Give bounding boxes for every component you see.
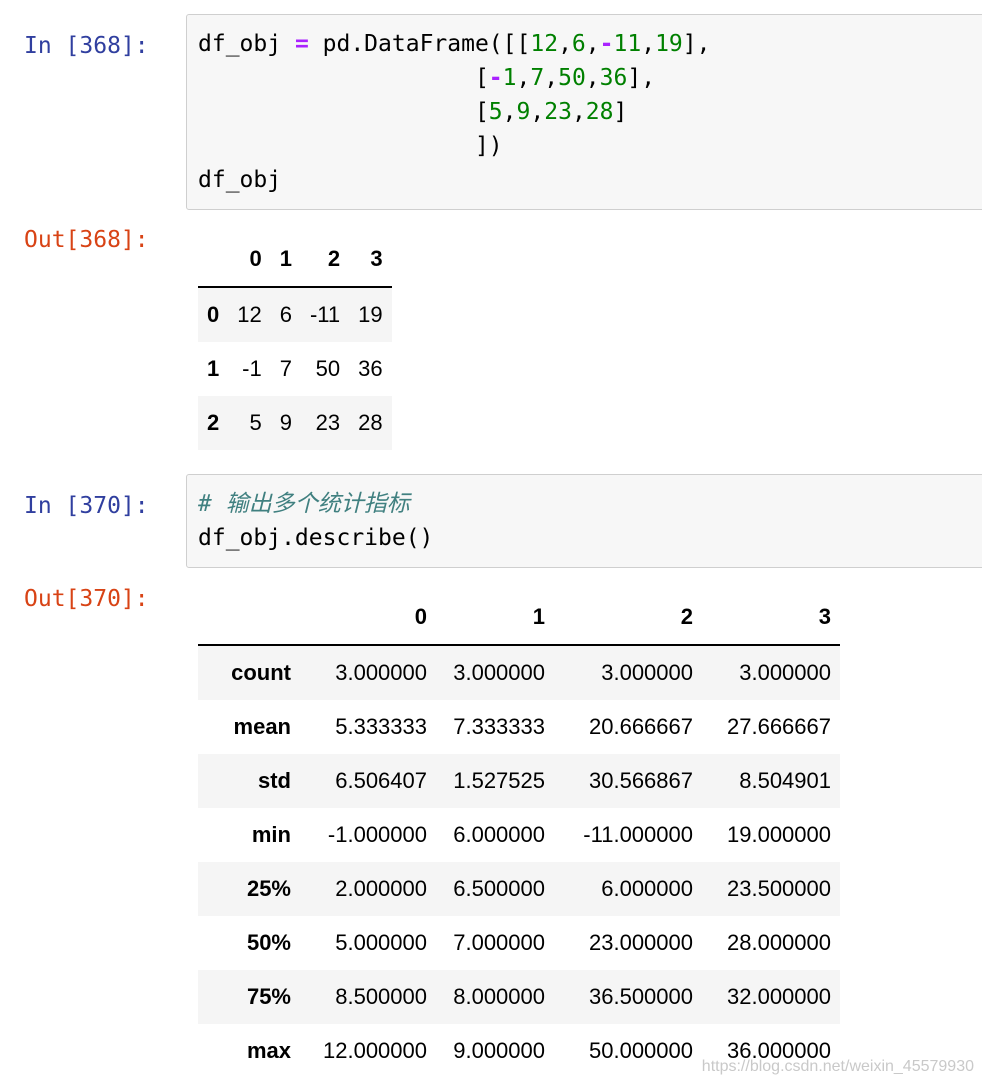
column-header: 0 — [300, 582, 436, 646]
table-cell: 8.500000 — [335, 984, 427, 1009]
table-cell: 27.666667 — [727, 714, 831, 739]
row-index: 1 — [207, 356, 220, 381]
table-cell: 6.000000 — [601, 876, 693, 901]
table-cell: 5.000000 — [335, 930, 427, 955]
row-index: count — [231, 660, 291, 685]
table-cell: -1 — [242, 356, 262, 381]
row-index: 50% — [246, 930, 291, 955]
table-cell: 5 — [249, 410, 262, 435]
input-prompt-368: In [368]: — [24, 33, 149, 59]
table-cell: 12.000000 — [323, 1038, 427, 1063]
table-row: 25% 2.000000 6.500000 6.000000 23.500000 — [198, 862, 840, 916]
column-header: 2 — [300, 224, 350, 288]
code-editor[interactable]: # 输出多个统计指标 df_obj.describe() — [187, 475, 982, 567]
table-cell: 8.000000 — [453, 984, 545, 1009]
column-header — [198, 224, 229, 288]
table-cell: 50 — [315, 356, 341, 381]
code-cell-368[interactable]: df_obj = pd.DataFrame([[12,6,-11,19], [-… — [186, 14, 982, 210]
table-cell: 3.000000 — [601, 660, 693, 685]
table-cell: 7.000000 — [453, 930, 545, 955]
describe-output-table: 0123 count 3.000000 3.000000 3.000000 3.0000… — [198, 582, 840, 1078]
table-cell: 23.000000 — [589, 930, 693, 955]
input-prompt-370: In [370]: — [24, 493, 149, 519]
table-cell: 28.000000 — [727, 930, 831, 955]
code-comment: # 输出多个统计指标 — [198, 491, 410, 517]
column-header — [198, 582, 300, 646]
table-row: 75% 8.500000 8.000000 36.500000 32.000000 — [198, 970, 840, 1024]
table-cell: -11 — [309, 302, 341, 327]
table-row: min -1.000000 6.000000 -11.000000 19.000000 — [198, 808, 840, 862]
table-cell: 1.527525 — [453, 768, 545, 793]
column-header: 3 — [349, 224, 392, 288]
output-prompt-368: Out[368]: — [24, 227, 149, 253]
table-cell: 36.500000 — [589, 984, 693, 1009]
table-cell: 28 — [358, 410, 383, 435]
table-cell: 19.000000 — [727, 822, 831, 847]
table-cell: 9.000000 — [453, 1038, 545, 1063]
table-cell: 50.000000 — [589, 1038, 693, 1063]
row-index: 0 — [207, 302, 220, 327]
row-index: min — [251, 822, 291, 847]
row-index: std — [258, 768, 291, 793]
table-row: 1 -1 7 50 36 — [198, 342, 392, 396]
table-cell: 3.000000 — [335, 660, 427, 685]
table-cell: 7.333333 — [453, 714, 545, 739]
table-row: count 3.000000 3.000000 3.000000 3.000000 — [198, 645, 840, 700]
row-index: 25% — [246, 876, 291, 901]
column-header: 1 — [436, 582, 554, 646]
row-index: max — [246, 1038, 291, 1063]
row-index: 2 — [207, 410, 220, 435]
table-cell: 20.666667 — [589, 714, 693, 739]
table-row: 50% 5.000000 7.000000 23.000000 28.000000 — [198, 916, 840, 970]
table-cell: 6.500000 — [453, 876, 545, 901]
row-index: mean — [233, 714, 291, 739]
table-cell: 30.566867 — [589, 768, 693, 793]
column-header: 2 — [554, 582, 702, 646]
table-cell: 5.333333 — [335, 714, 427, 739]
table-cell: 12 — [237, 302, 262, 327]
output-prompt-370: Out[370]: — [24, 586, 149, 612]
table-cell: 3.000000 — [739, 660, 831, 685]
table-cell: 8.504901 — [739, 768, 831, 793]
code-cell-370[interactable]: # 输出多个统计指标 df_obj.describe() — [186, 474, 982, 568]
column-header: 0 — [228, 224, 271, 288]
table-cell: 9 — [279, 410, 292, 435]
table-cell: 7 — [279, 356, 292, 381]
table-cell: 6 — [279, 302, 292, 327]
table-row: 2 5 9 23 28 — [198, 396, 392, 450]
table-cell: -11.000000 — [583, 822, 693, 847]
column-header: 1 — [270, 224, 301, 288]
table-cell: 32.000000 — [727, 984, 831, 1009]
table-cell: 23 — [315, 410, 341, 435]
table-cell: 2.000000 — [335, 876, 427, 901]
row-index: 75% — [246, 984, 291, 1009]
watermark: https://blog.csdn.net/weixin_45579930 — [701, 1058, 974, 1075]
table-row: std 6.506407 1.527525 30.566867 8.504901 — [198, 754, 840, 808]
table-cell: 36 — [358, 356, 383, 381]
table-cell: 6.506407 — [335, 768, 427, 793]
table-cell: 23.500000 — [727, 876, 831, 901]
code-editor[interactable]: df_obj = pd.DataFrame([[12,6,-11,19], [-… — [187, 15, 982, 209]
table-row: 0 12 6 -11 19 — [198, 287, 392, 342]
table-cell: 3.000000 — [453, 660, 545, 685]
table-cell: 19 — [358, 302, 383, 327]
table-row: mean 5.333333 7.333333 20.666667 27.666667 — [198, 700, 840, 754]
dataframe-output-table: 0123 0 12 6 -11 19 1 -1 7 50 36 2 5 9 23 28 — [198, 224, 392, 450]
column-header: 3 — [702, 582, 840, 646]
table-cell: 6.000000 — [453, 822, 545, 847]
table-cell: -1.000000 — [327, 822, 427, 847]
